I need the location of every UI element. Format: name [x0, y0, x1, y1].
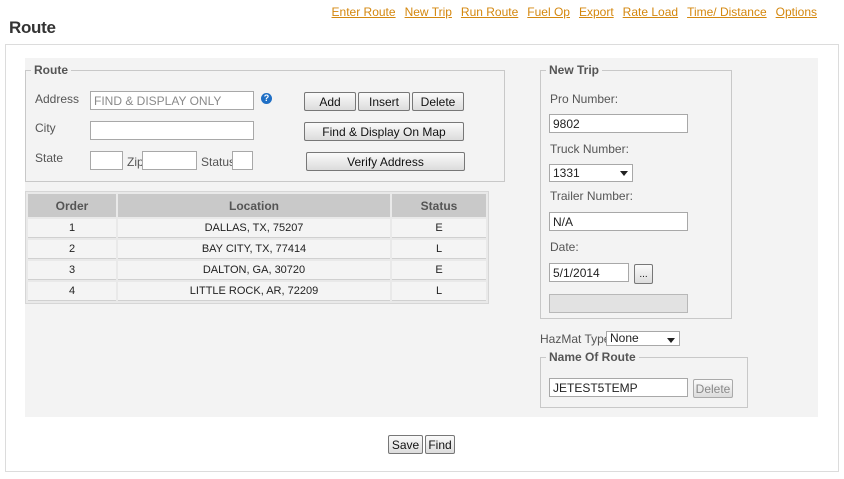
row-location: DALLAS, TX, 75207	[118, 219, 390, 238]
route-name-input[interactable]	[549, 378, 688, 397]
hazmat-select[interactable]: None	[606, 331, 680, 346]
table-row[interactable]: 2 BAY CITY, TX, 77414 L	[28, 240, 486, 259]
address-label: Address	[35, 92, 80, 106]
date-label: Date:	[550, 240, 579, 254]
nav-run-route[interactable]: Run Route	[461, 5, 518, 19]
column-header-status[interactable]: Status	[392, 194, 486, 217]
state-label: State	[35, 151, 64, 165]
verify-address-button[interactable]: Verify Address	[306, 152, 465, 171]
chevron-down-icon	[620, 171, 628, 176]
date-input[interactable]	[549, 263, 629, 282]
table-row[interactable]: 4 LITTLE ROCK, AR, 72209 L	[28, 282, 486, 301]
row-status: L	[392, 240, 486, 259]
table-header-row: Order Location Status	[28, 194, 486, 217]
zip-input[interactable]	[142, 151, 197, 170]
row-order: 1	[28, 219, 116, 238]
delete-route-button[interactable]: Delete	[693, 379, 733, 398]
nav-export[interactable]: Export	[579, 5, 614, 19]
disabled-trip-field	[549, 294, 688, 313]
add-button[interactable]: Add	[304, 92, 356, 111]
insert-button[interactable]: Insert	[358, 92, 410, 111]
nav-rate-load[interactable]: Rate Load	[623, 5, 678, 19]
trailer-number-label: Trailer Number:	[550, 189, 633, 203]
column-header-location[interactable]: Location	[118, 194, 390, 217]
table-row[interactable]: 1 DALLAS, TX, 75207 E	[28, 219, 486, 238]
column-header-order[interactable]: Order	[28, 194, 116, 217]
row-status: E	[392, 219, 486, 238]
save-button[interactable]: Save	[388, 435, 423, 454]
truck-number-label: Truck Number:	[550, 142, 629, 156]
pro-number-label: Pro Number:	[550, 92, 619, 106]
truck-number-value: 1331	[553, 166, 580, 180]
trailer-number-input[interactable]	[549, 212, 688, 231]
find-button[interactable]: Find	[425, 435, 455, 454]
truck-number-select[interactable]: 1331	[549, 164, 633, 182]
status-label: Status	[201, 155, 236, 169]
nav-new-trip[interactable]: New Trip	[405, 5, 452, 19]
row-location: DALTON, GA, 30720	[118, 261, 390, 280]
state-input[interactable]	[90, 151, 123, 170]
stops-table: Order Location Status 1 DALLAS, TX, 7520…	[25, 191, 489, 304]
chevron-down-icon	[667, 338, 675, 343]
find-display-map-button[interactable]: Find & Display On Map	[304, 122, 464, 141]
hazmat-value: None	[610, 331, 639, 345]
top-nav: Enter Route New Trip Run Route Fuel Op E…	[332, 5, 817, 19]
row-location: LITTLE ROCK, AR, 72209	[118, 282, 390, 301]
row-location: BAY CITY, TX, 77414	[118, 240, 390, 259]
row-order: 3	[28, 261, 116, 280]
delete-stop-button[interactable]: Delete	[412, 92, 464, 111]
date-picker-button[interactable]: ...	[634, 264, 653, 284]
table-row[interactable]: 3 DALTON, GA, 30720 E	[28, 261, 486, 280]
route-legend: Route	[34, 63, 68, 77]
row-status: L	[392, 282, 486, 301]
nav-enter-route[interactable]: Enter Route	[332, 5, 396, 19]
nav-options[interactable]: Options	[776, 5, 817, 19]
city-input[interactable]	[90, 121, 254, 140]
row-order: 4	[28, 282, 116, 301]
status-input[interactable]	[232, 151, 253, 170]
nav-fuel-op[interactable]: Fuel Op	[527, 5, 570, 19]
route-name-legend: Name Of Route	[549, 350, 636, 364]
row-order: 2	[28, 240, 116, 259]
help-icon[interactable]: ?	[261, 93, 272, 104]
address-field[interactable]	[90, 91, 254, 110]
new-trip-legend: New Trip	[549, 63, 600, 77]
hazmat-label: HazMat Type	[540, 332, 611, 346]
nav-time-distance[interactable]: Time/ Distance	[687, 5, 767, 19]
page-title: Route	[9, 18, 56, 37]
city-label: City	[35, 121, 56, 135]
row-status: E	[392, 261, 486, 280]
pro-number-input[interactable]	[549, 114, 688, 133]
